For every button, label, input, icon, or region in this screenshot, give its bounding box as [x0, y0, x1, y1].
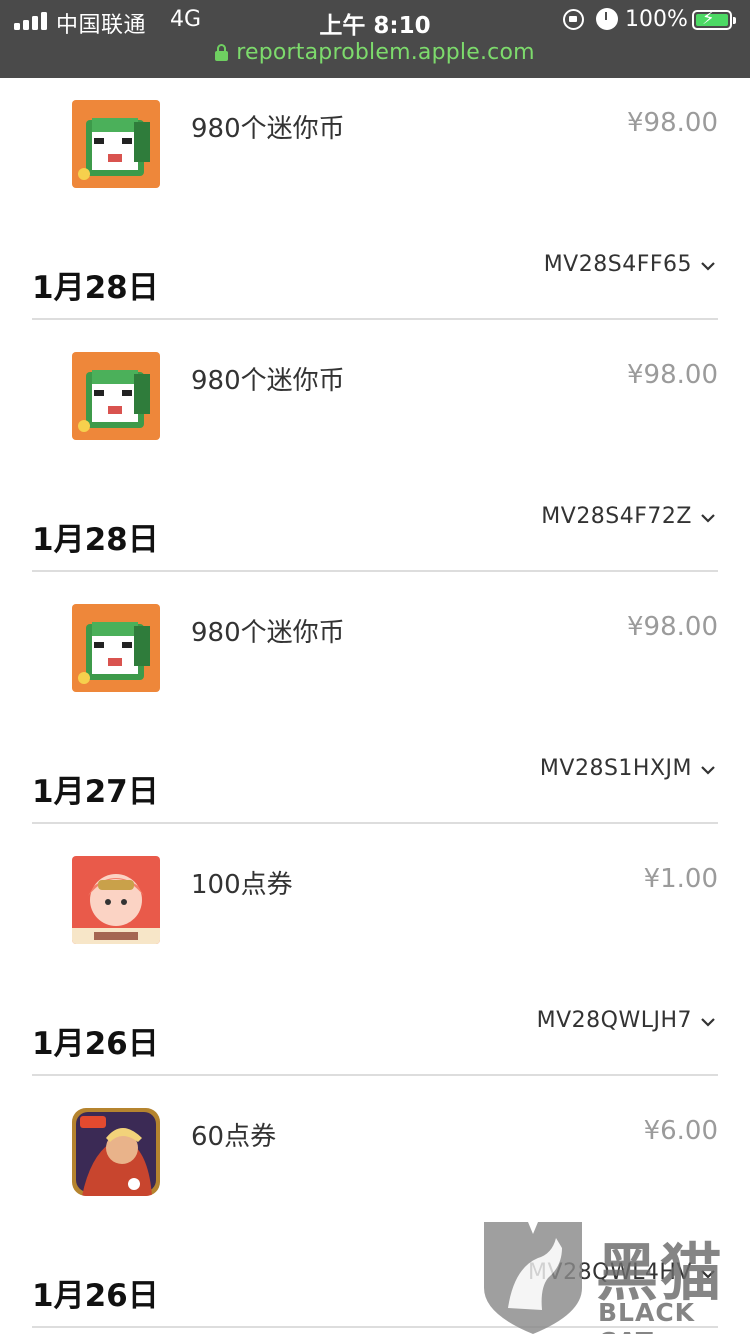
url-bar[interactable]: reportaproblem.apple.com: [0, 40, 750, 72]
item-price: ¥98.00: [627, 612, 718, 642]
order-id[interactable]: MV28S4F72Z: [541, 504, 692, 529]
status-bar: 中国联通 4G 上午 8:10 100% ⚡: [0, 0, 750, 42]
item-price: ¥98.00: [627, 108, 718, 138]
rotation-lock-icon: [563, 9, 584, 30]
chevron-down-icon[interactable]: [698, 1014, 718, 1030]
purchase-item[interactable]: 100点券 ¥1.00: [0, 856, 750, 966]
battery-charging-icon: ⚡: [692, 8, 736, 30]
journey-west-app-icon: [72, 856, 160, 944]
order-date: 1月28日: [32, 522, 159, 558]
mini-world-app-icon: [72, 604, 160, 692]
mini-world-app-icon: [72, 352, 160, 440]
order-id[interactable]: MV28S1HXJM: [540, 756, 692, 781]
item-price: ¥6.00: [643, 1116, 718, 1146]
black-cat-watermark: 黑猫 BLACK CAT: [478, 1218, 750, 1334]
item-name: 100点券: [191, 870, 293, 900]
order-date: 1月26日: [32, 1278, 159, 1314]
order-date: 1月27日: [32, 774, 159, 810]
honor-of-kings-app-icon: [72, 1108, 160, 1196]
purchase-item[interactable]: 980个迷你币 ¥98.00: [0, 100, 750, 210]
watermark-text-en: BLACK CAT: [598, 1298, 696, 1334]
order-group-header[interactable]: 1月27日 MV28S1HXJM: [32, 754, 718, 824]
order-date: 1月28日: [32, 270, 159, 306]
mini-world-app-icon: [72, 100, 160, 188]
secure-lock-icon: [215, 44, 229, 61]
item-price: ¥98.00: [627, 360, 718, 390]
order-group-header[interactable]: 1月26日 MV28QWLJH7: [32, 1006, 718, 1076]
chevron-down-icon[interactable]: [698, 510, 718, 526]
purchase-item[interactable]: 980个迷你币 ¥98.00: [0, 352, 750, 462]
alarm-clock-icon: [596, 8, 618, 30]
url-text[interactable]: reportaproblem.apple.com: [236, 40, 535, 65]
order-date: 1月26日: [32, 1026, 159, 1062]
order-group-header[interactable]: 1月28日 MV28S4FF65: [32, 250, 718, 320]
item-name: 980个迷你币: [191, 618, 345, 648]
order-id[interactable]: MV28S4FF65: [544, 252, 692, 277]
item-price: ¥1.00: [643, 864, 718, 894]
purchase-item[interactable]: 980个迷你币 ¥98.00: [0, 604, 750, 714]
black-cat-logo-icon: [484, 1222, 582, 1334]
item-name: 60点券: [191, 1122, 277, 1152]
order-id[interactable]: MV28QWLJH7: [537, 1008, 692, 1033]
chevron-down-icon[interactable]: [698, 762, 718, 778]
chevron-down-icon[interactable]: [698, 258, 718, 274]
browser-top-bar: 中国联通 4G 上午 8:10 100% ⚡ reportaproblem.ap…: [0, 0, 750, 78]
order-group-header[interactable]: 1月28日 MV28S4F72Z: [32, 502, 718, 572]
item-name: 980个迷你币: [191, 114, 345, 144]
battery-percentage: 100%: [625, 7, 688, 32]
item-name: 980个迷你币: [191, 366, 345, 396]
purchase-item[interactable]: 60点券 ¥6.00: [0, 1108, 750, 1218]
